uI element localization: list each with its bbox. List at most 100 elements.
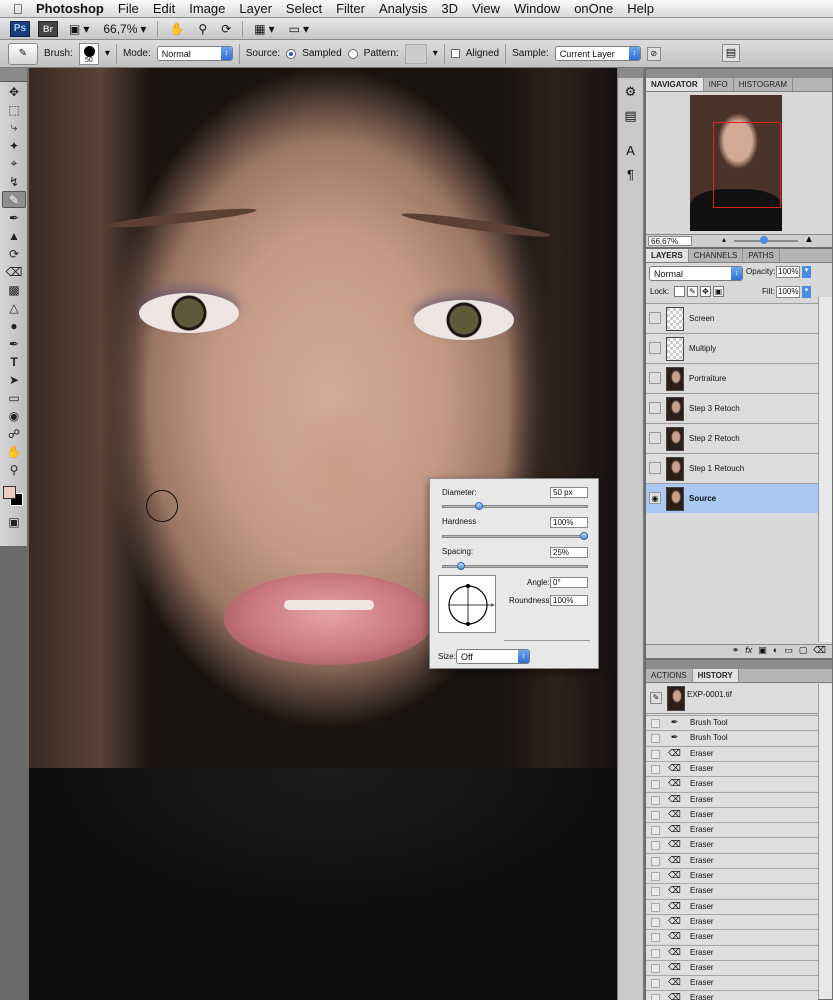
- layer-row[interactable]: Step 3 Retoch: [646, 393, 818, 423]
- tab-info[interactable]: INFO: [704, 78, 734, 91]
- history-state[interactable]: ⌫ Eraser: [646, 913, 818, 929]
- visibility-toggle[interactable]: [649, 312, 661, 324]
- blend-mode-select[interactable]: Normal ↕: [649, 266, 743, 281]
- menu-layer[interactable]: Layer: [239, 1, 272, 16]
- history-brush-source-checkbox[interactable]: [651, 734, 660, 744]
- history-state[interactable]: ⌫ Eraser: [646, 760, 818, 776]
- link-layers-icon[interactable]: ⚭: [732, 645, 740, 658]
- tab-paths[interactable]: PATHS: [743, 249, 780, 262]
- eraser-tool-icon[interactable]: ⌫: [2, 263, 26, 280]
- panel-grip[interactable]: [646, 69, 832, 78]
- screen-mode-button[interactable]: ▭ ▾: [286, 20, 312, 38]
- navigator-view-box[interactable]: [713, 122, 781, 208]
- tab-histogram[interactable]: HISTOGRAM: [734, 78, 794, 91]
- lasso-tool-icon[interactable]: ⤷: [2, 119, 26, 136]
- layers-scrollbar[interactable]: [818, 297, 832, 642]
- tab-actions[interactable]: ACTIONS: [646, 669, 693, 682]
- hand-tool-icon[interactable]: ✋: [2, 443, 26, 460]
- history-brush-source-checkbox[interactable]: [651, 764, 660, 774]
- 3d-rotate-tool-icon[interactable]: ◉: [2, 407, 26, 424]
- menu-3d[interactable]: 3D: [441, 1, 458, 16]
- history-brush-source-checkbox[interactable]: [651, 841, 660, 851]
- tab-channels[interactable]: CHANNELS: [689, 249, 744, 262]
- history-brush-source-icon[interactable]: ✎: [650, 692, 662, 704]
- history-brush-tool-icon[interactable]: ⟳: [2, 245, 26, 262]
- source-pattern-radio[interactable]: [347, 48, 358, 59]
- menu-onone[interactable]: onOne: [574, 1, 613, 16]
- history-state[interactable]: ⌫ Eraser: [646, 806, 818, 822]
- history-state[interactable]: ⌫ Eraser: [646, 944, 818, 960]
- spacing-field[interactable]: 25%: [550, 547, 588, 558]
- hardness-slider-knob[interactable]: [580, 532, 588, 540]
- visibility-toggle[interactable]: [649, 372, 661, 384]
- chevron-down-icon[interactable]: ▾: [433, 48, 438, 59]
- layer-mask-icon[interactable]: ▣: [758, 645, 767, 658]
- mode-select[interactable]: Normal ↕: [156, 46, 233, 61]
- adjustment-layer-icon[interactable]: ◐: [773, 645, 778, 658]
- menu-edit[interactable]: Edit: [153, 1, 175, 16]
- panel-toggle-button[interactable]: ▤: [722, 44, 740, 62]
- chevron-down-icon[interactable]: ▾: [802, 266, 811, 278]
- diameter-slider[interactable]: [442, 502, 588, 510]
- arrange-documents-button[interactable]: ▦ ▾: [251, 20, 277, 38]
- paint-bucket-tool-icon[interactable]: ▩: [2, 281, 26, 298]
- lock-pixels-icon[interactable]: ✎: [687, 286, 698, 297]
- tab-navigator[interactable]: NAVIGATOR: [646, 78, 704, 91]
- tab-layers[interactable]: LAYERS: [646, 249, 689, 262]
- menu-analysis[interactable]: Analysis: [379, 1, 427, 16]
- history-state[interactable]: ⌫ Eraser: [646, 745, 818, 761]
- move-tool-icon[interactable]: ✥: [2, 83, 26, 100]
- healing-brush-tool-icon[interactable]: ✎: [2, 191, 26, 208]
- angle-field[interactable]: 0°: [550, 577, 588, 588]
- history-brush-source-checkbox[interactable]: [651, 933, 660, 943]
- shape-tool-icon[interactable]: ▭: [2, 389, 26, 406]
- aligned-checkbox[interactable]: [450, 49, 460, 58]
- history-state[interactable]: ✒ Brush Tool: [646, 730, 818, 746]
- magic-wand-tool-icon[interactable]: ✦: [2, 137, 26, 154]
- lock-transparency-icon[interactable]: [674, 286, 685, 297]
- type-tool-icon[interactable]: T: [2, 353, 26, 370]
- visibility-toggle[interactable]: [649, 402, 661, 414]
- zoom-in-icon[interactable]: ▲: [804, 234, 814, 245]
- source-sampled-radio[interactable]: [286, 48, 297, 59]
- tool-preset-picker[interactable]: ✎: [8, 42, 38, 65]
- history-state[interactable]: ⌫ Eraser: [646, 990, 818, 1000]
- layer-row[interactable]: Screen: [646, 303, 818, 333]
- diameter-field[interactable]: 50 px: [550, 487, 588, 498]
- eye-icon[interactable]: ◉: [649, 492, 661, 504]
- tab-history[interactable]: HISTORY: [692, 669, 739, 682]
- diameter-slider-knob[interactable]: [475, 502, 483, 510]
- history-brush-source-checkbox[interactable]: [651, 795, 660, 805]
- history-brush-source-checkbox[interactable]: [651, 780, 660, 790]
- chevron-down-icon[interactable]: ▾: [105, 48, 110, 59]
- eyedropper-tool-icon[interactable]: ↯: [2, 173, 26, 190]
- launch-bridge-button[interactable]: Br: [38, 20, 58, 37]
- history-brush-source-checkbox[interactable]: [651, 963, 660, 973]
- history-state[interactable]: ⌫ Eraser: [646, 776, 818, 792]
- history-brush-source-checkbox[interactable]: [651, 948, 660, 958]
- menu-file[interactable]: File: [118, 1, 139, 16]
- new-group-icon[interactable]: ▭: [784, 645, 793, 658]
- pattern-picker[interactable]: [404, 43, 427, 64]
- apple-icon[interactable]: : [0, 1, 36, 17]
- history-scrollbar[interactable]: [818, 684, 832, 999]
- history-brush-source-checkbox[interactable]: [651, 826, 660, 836]
- history-state[interactable]: ⌫ Eraser: [646, 791, 818, 807]
- history-state[interactable]: ⌫ Eraser: [646, 837, 818, 853]
- menu-image[interactable]: Image: [189, 1, 225, 16]
- zoom-tool-button[interactable]: ⚲: [195, 20, 210, 38]
- spacing-slider[interactable]: [442, 562, 588, 570]
- spacing-slider-knob[interactable]: [456, 562, 465, 570]
- pen-tool-icon[interactable]: ✒: [2, 335, 26, 352]
- 3d-orbit-tool-icon[interactable]: ☍: [2, 425, 26, 442]
- trash-icon[interactable]: ⌫: [813, 645, 826, 658]
- ignore-adjustment-layers-button[interactable]: ⊘: [646, 46, 661, 61]
- history-state[interactable]: ⌫ Eraser: [646, 868, 818, 883]
- foreground-color-swatch[interactable]: [3, 486, 16, 499]
- hand-tool-button[interactable]: ✋: [166, 20, 187, 38]
- lock-all-icon[interactable]: ▣: [713, 286, 724, 297]
- opacity-field[interactable]: 100%: [776, 266, 800, 278]
- rotate-view-button[interactable]: ⟳: [218, 20, 234, 38]
- brush-picker-button[interactable]: 50: [78, 42, 99, 65]
- history-brush-source-checkbox[interactable]: [651, 994, 660, 1000]
